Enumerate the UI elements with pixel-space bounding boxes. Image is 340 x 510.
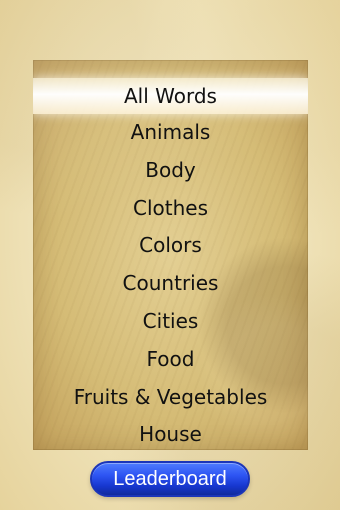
category-cities[interactable]: Cities — [33, 303, 308, 341]
category-panel: All Words Animals Body Clothes Colors Co… — [33, 60, 308, 450]
category-colors[interactable]: Colors — [33, 227, 308, 265]
category-countries[interactable]: Countries — [33, 265, 308, 303]
leaderboard-area: Leaderboard — [90, 461, 250, 497]
category-house[interactable]: House — [33, 416, 308, 450]
category-animals[interactable]: Animals — [33, 114, 308, 152]
category-food[interactable]: Food — [33, 341, 308, 379]
category-clothes[interactable]: Clothes — [33, 190, 308, 228]
category-all-words[interactable]: All Words — [33, 78, 308, 114]
category-body[interactable]: Body — [33, 152, 308, 190]
leaderboard-button[interactable]: Leaderboard — [90, 461, 250, 497]
category-fruits-vegetables[interactable]: Fruits & Vegetables — [33, 379, 308, 417]
category-list: All Words Animals Body Clothes Colors Co… — [33, 78, 308, 450]
